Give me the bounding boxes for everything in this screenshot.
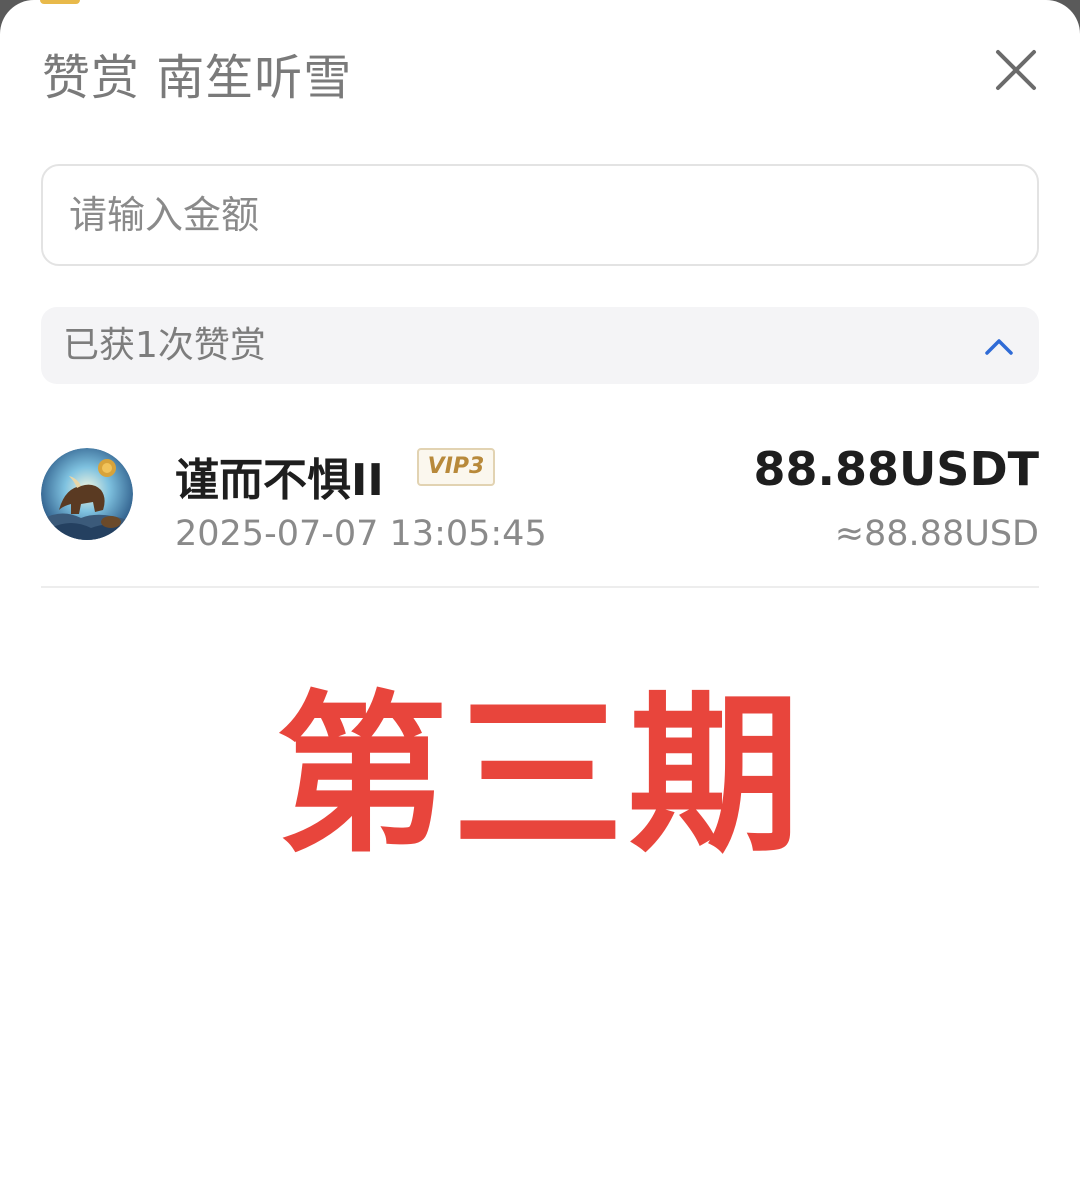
reward-sheet: 赞赏 南笙听雪 已获1次赞赏 — [0, 0, 1080, 1190]
avatar[interactable] — [41, 448, 133, 540]
reward-user-name[interactable]: 谨而不惧II — [175, 444, 384, 508]
sheet-corner-mark — [40, 0, 80, 4]
reward-amount: 88.88USDT — [753, 442, 1039, 496]
reward-amount-approx: ≈88.88USD — [834, 514, 1039, 554]
chevron-up-icon — [985, 339, 1013, 355]
amount-input[interactable] — [41, 164, 1039, 266]
overlay-issue-label: 第三期 — [276, 675, 804, 876]
reward-summary-toggle[interactable]: 已获1次赞赏 — [41, 307, 1039, 384]
reward-count-label: 已获1次赞赏 — [63, 325, 266, 366]
reward-time: 2025-07-07 13:05:45 — [175, 514, 547, 554]
dialog-title: 赞赏 南笙听雪 — [42, 50, 353, 106]
close-icon — [996, 50, 1036, 90]
reward-record-row: 谨而不惧II VIP3 2025-07-07 13:05:45 88.88USD… — [41, 420, 1039, 588]
close-button[interactable] — [990, 44, 1042, 96]
bull-avatar-image — [41, 448, 133, 540]
vip-badge: VIP3 — [417, 448, 495, 486]
